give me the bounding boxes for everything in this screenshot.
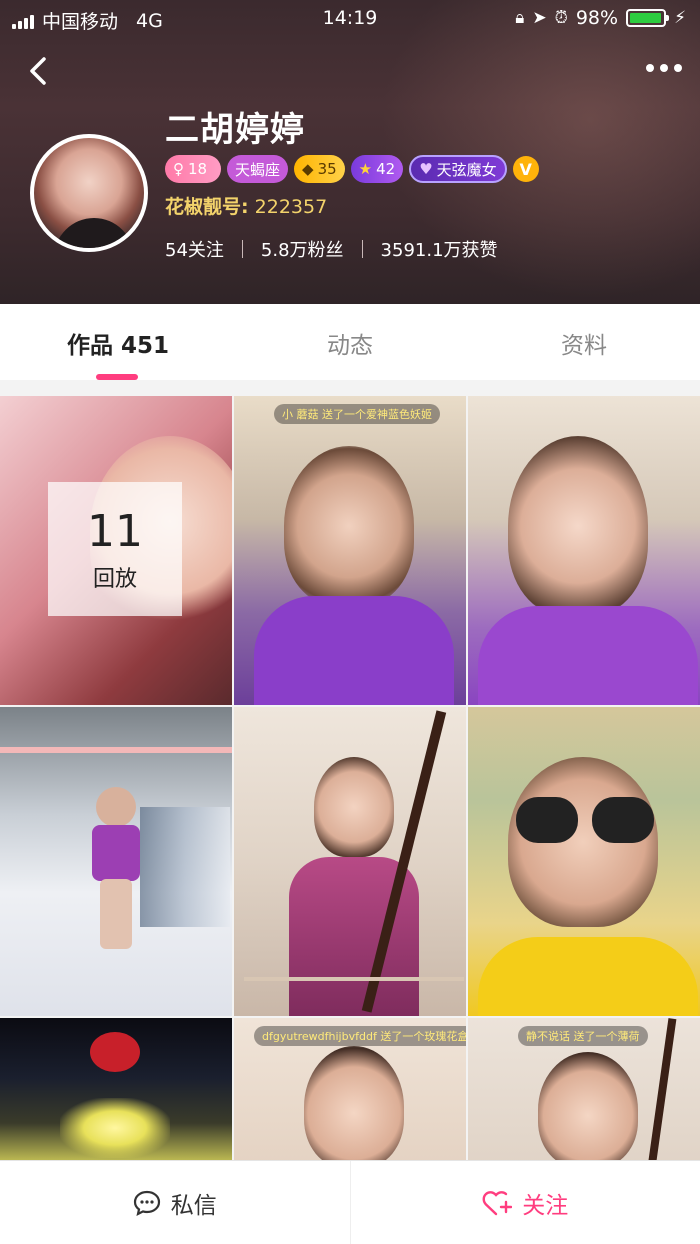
battery-icon <box>626 9 670 27</box>
age-value: 18 <box>188 160 208 178</box>
likes-count: 3591.1万获赞 <box>380 240 498 261</box>
message-button[interactable]: 私信 <box>0 1161 350 1244</box>
video-tile[interactable]: 小 蘑菇 送了一个爱神蓝色妖姬 <box>234 396 466 705</box>
charging-icon: ⚡︎ <box>674 8 686 28</box>
diamond-level-badge: ◆ 35 <box>294 155 345 183</box>
content-tabs: 作品 451 动态 资料 <box>0 304 700 380</box>
title-value: 天弦魔女 <box>436 160 497 179</box>
video-tile[interactable]: dfgyutrewdfhijbvfddf 送了一个玫瑰花盒 <box>234 1018 466 1168</box>
battery-percent: 98% <box>575 7 619 29</box>
rotation-lock-icon: 🔒︎ <box>515 8 525 28</box>
video-tile[interactable] <box>234 707 466 1016</box>
profile-id: 花椒靓号: 222357 <box>165 192 327 219</box>
tab-moments[interactable]: 动态 <box>290 326 410 360</box>
star-level-value: 42 <box>376 160 396 178</box>
more-options-icon[interactable] <box>646 64 682 72</box>
follow-button[interactable]: 关注 <box>349 1161 700 1244</box>
star-level-badge: ★ 42 <box>350 155 404 183</box>
zodiac-badge: 天蝎座 <box>227 155 289 183</box>
star-icon: ★ <box>358 160 373 178</box>
tab-underline <box>96 374 138 380</box>
profile-name: 二胡婷婷 <box>165 110 305 150</box>
tab-profile[interactable]: 资料 <box>524 326 644 360</box>
location-icon: ➤ <box>532 8 547 28</box>
heart-plus-icon <box>482 1190 513 1215</box>
replay-count: 11 <box>87 506 143 557</box>
following-count[interactable]: 54关注 <box>165 236 224 262</box>
gift-notice: 小 蘑菇 送了一个爱神蓝色妖姬 <box>274 404 440 424</box>
profile-header: 中国移动 4G 14:19 🔒︎ ➤ ⏰︎ 98% ⚡︎ 二胡婷婷 ♀ 18 天… <box>0 0 700 304</box>
tab-works[interactable]: 作品 451 <box>40 326 196 360</box>
profile-id-label: 花椒靓号: <box>165 196 249 218</box>
chat-bubble-icon <box>133 1190 160 1216</box>
badge-row: ♀ 18 天蝎座 ◆ 35 ★ 42 ♥ 天弦魔女 V <box>165 155 539 183</box>
back-icon[interactable] <box>26 56 50 86</box>
bottom-action-bar: 私信 关注 <box>0 1160 700 1244</box>
status-right: 🔒︎ ➤ ⏰︎ 98% ⚡︎ <box>515 7 686 29</box>
fans-count[interactable]: 5.8万粉丝 <box>261 236 344 262</box>
follow-label: 关注 <box>522 1192 569 1219</box>
video-tile[interactable] <box>0 707 232 1016</box>
replay-label: 回放 <box>92 567 137 592</box>
avatar[interactable] <box>30 134 148 252</box>
profile-id-value: 222357 <box>254 196 328 218</box>
profile-stats: 54关注 5.8万粉丝 3591.1万获赞 <box>165 236 498 262</box>
gift-notice: dfgyutrewdfhijbvfddf 送了一个玫瑰花盒 <box>254 1026 466 1046</box>
video-tile[interactable] <box>0 1018 232 1168</box>
diamond-level-value: 35 <box>317 160 337 178</box>
video-tile[interactable]: 11 回放 <box>0 396 232 705</box>
video-tile[interactable] <box>468 707 700 1016</box>
female-icon: ♀ <box>173 160 184 178</box>
alarm-icon: ⏰︎ <box>554 8 568 28</box>
message-label: 私信 <box>170 1192 217 1219</box>
gender-age-badge: ♀ 18 <box>165 155 221 183</box>
verified-badge: V <box>512 156 539 182</box>
diamond-icon: ◆ <box>302 160 314 178</box>
profile-page: 中国移动 4G 14:19 🔒︎ ➤ ⏰︎ 98% ⚡︎ 二胡婷婷 ♀ 18 天… <box>0 0 700 1244</box>
title-badge: ♥ 天弦魔女 <box>409 155 507 183</box>
video-tile[interactable] <box>468 396 700 705</box>
gift-notice: 静不说话 送了一个薄荷 <box>518 1026 648 1046</box>
replay-badge: 11 回放 <box>48 482 182 616</box>
status-bar: 中国移动 4G 14:19 🔒︎ ➤ ⏰︎ 98% ⚡︎ <box>0 0 700 36</box>
video-tile[interactable]: 静不说话 送了一个薄荷 <box>468 1018 700 1168</box>
heart-wing-icon: ♥ <box>419 160 433 178</box>
